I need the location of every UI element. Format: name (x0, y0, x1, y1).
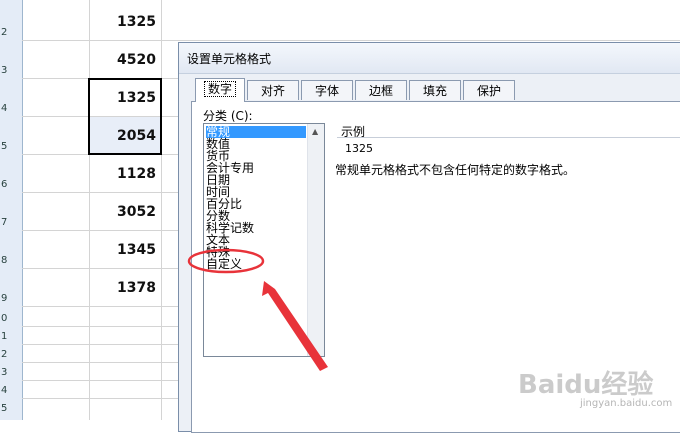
row-header[interactable]: 6 (0, 176, 22, 194)
cell-value[interactable]: 1325 (90, 4, 160, 40)
sample-group: 示例 1325 (333, 123, 680, 159)
tab-alignment[interactable]: 对齐 (247, 80, 299, 100)
cell-value[interactable]: 3052 (90, 194, 160, 230)
grid-line (22, 40, 680, 41)
row-header[interactable]: 4 (0, 382, 22, 400)
row-header[interactable]: 5 (0, 400, 22, 418)
cell-value[interactable]: 1378 (90, 270, 160, 306)
category-item-custom[interactable]: 自定义 (206, 258, 306, 270)
tab-fill[interactable]: 填充 (409, 80, 461, 100)
row-header[interactable]: 2 (0, 24, 22, 42)
row-header[interactable]: 1 (0, 328, 22, 346)
cell-value[interactable]: 1345 (90, 232, 160, 268)
tab-label: 填充 (422, 84, 447, 98)
row-header[interactable]: 3 (0, 62, 22, 80)
watermark-url: jingyan.baidu.com (580, 398, 673, 409)
grid-line (161, 0, 162, 420)
tab-number[interactable]: 数字 (195, 78, 245, 102)
sample-value: 1325 (345, 142, 373, 155)
cell-value[interactable]: 4520 (90, 42, 160, 78)
tab-border[interactable]: 边框 (355, 80, 407, 100)
tab-label: 边框 (368, 84, 393, 98)
watermark-logo: Baidu经验 (518, 370, 654, 400)
row-header[interactable]: 4 (0, 100, 22, 118)
format-description: 常规单元格格式不包含任何特定的数字格式。 (335, 163, 576, 177)
row-header[interactable]: 2 (0, 346, 22, 364)
tab-label: 字体 (314, 84, 339, 98)
tab-label: 数字 (203, 81, 236, 97)
row-header-column: 2 3 4 5 6 7 8 9 0 1 2 3 4 5 (0, 0, 23, 420)
tab-label: 保护 (476, 84, 501, 98)
category-label: 分类 (C): (203, 109, 253, 123)
selection-border (88, 78, 162, 155)
row-header[interactable]: 0 (0, 310, 22, 328)
row-header[interactable]: 5 (0, 138, 22, 156)
tab-font[interactable]: 字体 (301, 80, 353, 100)
cell-value[interactable]: 1128 (90, 156, 160, 192)
row-header[interactable]: 8 (0, 252, 22, 270)
tab-protection[interactable]: 保护 (463, 80, 515, 100)
row-header[interactable]: 3 (0, 364, 22, 382)
scroll-up-icon[interactable]: ▲ (312, 127, 318, 136)
dialog-titlebar[interactable]: 设置单元格格式 (179, 43, 680, 74)
sample-box: 1325 (337, 137, 680, 160)
row-header[interactable]: 9 (0, 290, 22, 308)
row-header[interactable]: 7 (0, 214, 22, 232)
dialog-title: 设置单元格格式 (187, 52, 272, 66)
category-scrollbar[interactable]: ▲ (307, 124, 324, 356)
category-listbox[interactable]: 常规 数值 货币 会计专用 日期 时间 百分比 分数 科学记数 文本 特殊 自定… (203, 123, 325, 357)
tab-label: 对齐 (260, 84, 285, 98)
